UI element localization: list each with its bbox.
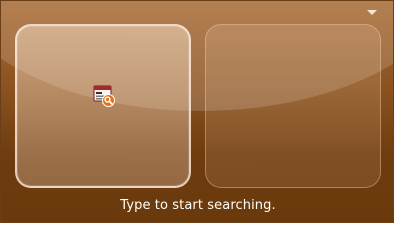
search-program-icon bbox=[93, 85, 115, 107]
search-result-tile[interactable] bbox=[15, 24, 191, 188]
search-flyout-panel: Type to start searching. bbox=[0, 0, 394, 223]
empty-result-tile bbox=[205, 24, 381, 188]
dropdown-arrow-icon[interactable] bbox=[367, 10, 377, 15]
status-message: Type to start searching. bbox=[120, 198, 276, 213]
